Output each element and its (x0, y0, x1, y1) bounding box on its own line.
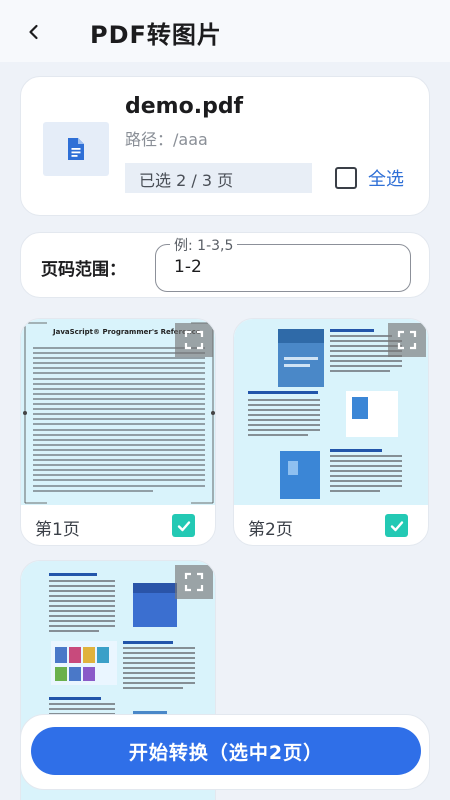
back-button[interactable] (18, 16, 50, 48)
page-thumbnail-2[interactable] (234, 319, 428, 505)
file-name: demo.pdf (125, 94, 244, 119)
page-title: PDF转图片 (90, 21, 222, 49)
page-range-card: 页码范围： 例: 1-3,5 1-2 (20, 232, 430, 298)
select-all-checkbox[interactable] (335, 167, 357, 189)
selected-count-badge: 已选 2 / 3 页 (125, 163, 312, 193)
page-card-2[interactable]: 第2页 (233, 318, 429, 546)
file-info-card: demo.pdf 路径：/aaa 已选 2 / 3 页 全选 (20, 76, 430, 216)
page-label-1: 第1页 (35, 520, 80, 540)
page-range-input[interactable]: 例: 1-3,5 1-2 (155, 235, 411, 292)
document-icon (43, 122, 109, 176)
select-all-label[interactable]: 全选 (368, 165, 404, 191)
start-conversion-button[interactable]: 开始转换（选中2页） (31, 727, 421, 775)
select-all-toggle[interactable]: 全选 (335, 165, 404, 191)
page-range-hint: 例: 1-3,5 (170, 235, 238, 255)
page-2-checkbox[interactable] (385, 514, 408, 537)
file-path: 路径：/aaa (125, 130, 208, 149)
expand-page-2-button[interactable] (388, 323, 426, 357)
expand-page-3-button[interactable] (175, 565, 213, 599)
chevron-left-icon (29, 24, 38, 40)
check-icon (177, 520, 190, 531)
page-range-value[interactable]: 1-2 (174, 257, 202, 277)
expand-page-1-button[interactable] (175, 323, 213, 357)
page-1-checkbox[interactable] (172, 514, 195, 537)
fullscreen-icon (184, 330, 204, 350)
check-icon (390, 520, 403, 531)
thumbnail-text-lines (33, 347, 205, 495)
page-thumbnail-1[interactable]: JavaScript® Programmer's Reference (21, 319, 215, 505)
page-label-2: 第2页 (248, 520, 293, 540)
top-app-bar: PDF转图片 (0, 0, 450, 62)
page-range-label: 页码范围： (41, 260, 126, 280)
fullscreen-icon (184, 572, 204, 592)
fullscreen-icon (397, 330, 417, 350)
page-card-1[interactable]: JavaScript® Programmer's Reference 第1页 (20, 318, 216, 546)
bottom-action-bar: 开始转换（选中2页） (20, 714, 430, 790)
